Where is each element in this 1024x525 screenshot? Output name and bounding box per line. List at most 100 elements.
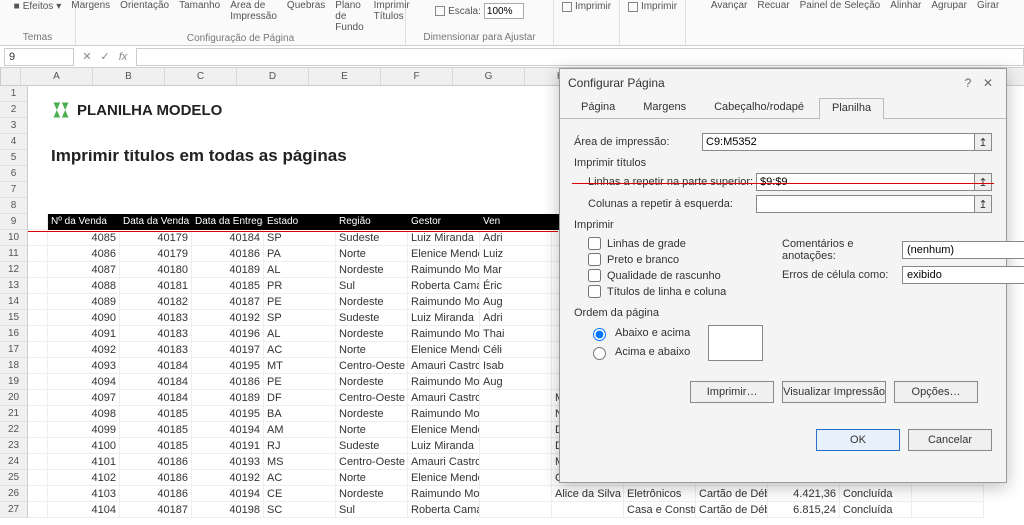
table-cell[interactable]: 4100	[48, 438, 120, 454]
column-header[interactable]: F	[381, 68, 453, 85]
table-cell[interactable]: 40189	[192, 262, 264, 278]
preview-button[interactable]: Visualizar Impressão	[782, 381, 886, 403]
table-cell[interactable]	[480, 390, 552, 406]
options-button[interactable]: Opções…	[894, 381, 978, 403]
draft-checkbox[interactable]	[588, 269, 601, 282]
print-area-selector-icon[interactable]: ↥	[974, 133, 992, 151]
margins-button[interactable]: Margens	[67, 0, 114, 11]
table-cell[interactable]: Céli	[480, 342, 552, 358]
row-header[interactable]: 23	[0, 438, 28, 454]
table-cell[interactable]: Amauri Castro	[408, 390, 480, 406]
table-cell[interactable]: 4091	[48, 326, 120, 342]
table-cell[interactable]: Isab	[480, 358, 552, 374]
table-cell[interactable]: 40186	[120, 470, 192, 486]
rowcol-titles-checkbox[interactable]	[588, 285, 601, 298]
table-cell[interactable]: 4098	[48, 406, 120, 422]
table-cell[interactable]: Raimundo Mora	[408, 486, 480, 502]
table-cell[interactable]	[480, 470, 552, 486]
table-cell[interactable]: 40184	[120, 358, 192, 374]
table-cell[interactable]: AL	[264, 326, 336, 342]
table-cell[interactable]: 40186	[120, 454, 192, 470]
table-cell[interactable]: Aug	[480, 374, 552, 390]
table-cell[interactable]	[552, 502, 624, 518]
cols-repeat-selector-icon[interactable]: ↥	[974, 195, 992, 213]
row-header[interactable]: 17	[0, 342, 28, 358]
column-header[interactable]: G	[453, 68, 525, 85]
cancel-button[interactable]: Cancelar	[908, 429, 992, 451]
tab-sheet[interactable]: Planilha	[819, 98, 884, 119]
row-header[interactable]: 14	[0, 294, 28, 310]
table-cell[interactable]	[480, 454, 552, 470]
table-cell[interactable]: 40184	[120, 390, 192, 406]
table-cell[interactable]: 40184	[120, 374, 192, 390]
row-header[interactable]: 15	[0, 310, 28, 326]
table-cell[interactable]: Elenice Mendes	[408, 422, 480, 438]
dialog-titlebar[interactable]: Configurar Página ? ✕	[560, 69, 1006, 97]
table-cell[interactable]: 40184	[192, 230, 264, 246]
row-header[interactable]: 22	[0, 422, 28, 438]
table-cell[interactable]: Cartão de Débit	[696, 502, 768, 518]
table-cell[interactable]: 4087	[48, 262, 120, 278]
order-over-radio[interactable]	[593, 347, 606, 360]
tab-margins[interactable]: Margens	[630, 97, 699, 118]
table-cell[interactable]: Norte	[336, 246, 408, 262]
scale-input[interactable]	[484, 3, 524, 19]
table-cell[interactable]: PE	[264, 374, 336, 390]
table-cell[interactable]: 40185	[120, 422, 192, 438]
table-cell[interactable]: 4104	[48, 502, 120, 518]
table-cell[interactable]: Roberta Camarg	[408, 278, 480, 294]
table-cell[interactable]: Alice da Silva	[552, 486, 624, 502]
table-cell[interactable]: RJ	[264, 438, 336, 454]
table-cell[interactable]	[912, 502, 984, 518]
breaks-button[interactable]: Quebras	[283, 0, 329, 11]
table-cell[interactable]: 40186	[192, 374, 264, 390]
table-cell[interactable]: 40183	[120, 326, 192, 342]
row-header[interactable]: 1	[0, 86, 28, 102]
table-cell[interactable]: Centro-Oeste	[336, 358, 408, 374]
formula-input[interactable]	[136, 48, 1024, 66]
table-cell[interactable]: Sul	[336, 278, 408, 294]
table-cell[interactable]: Norte	[336, 342, 408, 358]
table-cell[interactable]: 40194	[192, 486, 264, 502]
table-cell[interactable]: Sudeste	[336, 230, 408, 246]
comments-combo[interactable]: (nenhum)	[902, 241, 1024, 259]
table-cell[interactable]: 40192	[192, 470, 264, 486]
table-cell[interactable]: 40194	[192, 422, 264, 438]
table-cell[interactable]	[912, 486, 984, 502]
row-header[interactable]: 9	[0, 214, 28, 230]
row-header[interactable]: 4	[0, 134, 28, 150]
table-cell[interactable]: 4102	[48, 470, 120, 486]
ok-button[interactable]: OK	[816, 429, 900, 451]
row-header[interactable]: 18	[0, 358, 28, 374]
row-header[interactable]: 13	[0, 278, 28, 294]
row-header[interactable]: 26	[0, 486, 28, 502]
table-cell[interactable]: Elenice Mendes	[408, 470, 480, 486]
table-cell[interactable]: CE	[264, 486, 336, 502]
table-cell[interactable]: 40193	[192, 454, 264, 470]
table-cell[interactable]: MT	[264, 358, 336, 374]
table-cell[interactable]: Nordeste	[336, 294, 408, 310]
table-cell[interactable]: Adri	[480, 310, 552, 326]
table-cell[interactable]: 40186	[120, 486, 192, 502]
row-header[interactable]: 7	[0, 182, 28, 198]
table-cell[interactable]: MS	[264, 454, 336, 470]
table-cell[interactable]: Concluída	[840, 502, 912, 518]
send-backward-button[interactable]: Recuar	[753, 0, 793, 11]
table-cell[interactable]: Luiz	[480, 246, 552, 262]
row-header[interactable]: 3	[0, 118, 28, 134]
table-cell[interactable]: 40187	[192, 294, 264, 310]
table-cell[interactable]: Nordeste	[336, 406, 408, 422]
rows-repeat-input[interactable]	[756, 173, 975, 191]
row-header[interactable]: 10	[0, 230, 28, 246]
table-cell[interactable]: Elenice Mendes	[408, 342, 480, 358]
column-header[interactable]: B	[93, 68, 165, 85]
table-cell[interactable]: AC	[264, 470, 336, 486]
table-cell[interactable]: Nordeste	[336, 374, 408, 390]
table-cell[interactable]: 4099	[48, 422, 120, 438]
row-header[interactable]: 11	[0, 246, 28, 262]
table-cell[interactable]: Eletrônicos	[624, 486, 696, 502]
cell-errors-combo[interactable]: exibido	[902, 266, 1024, 284]
table-cell[interactable]: 4097	[48, 390, 120, 406]
table-cell[interactable]: 40195	[192, 358, 264, 374]
table-cell[interactable]: Elenice Mendes	[408, 246, 480, 262]
